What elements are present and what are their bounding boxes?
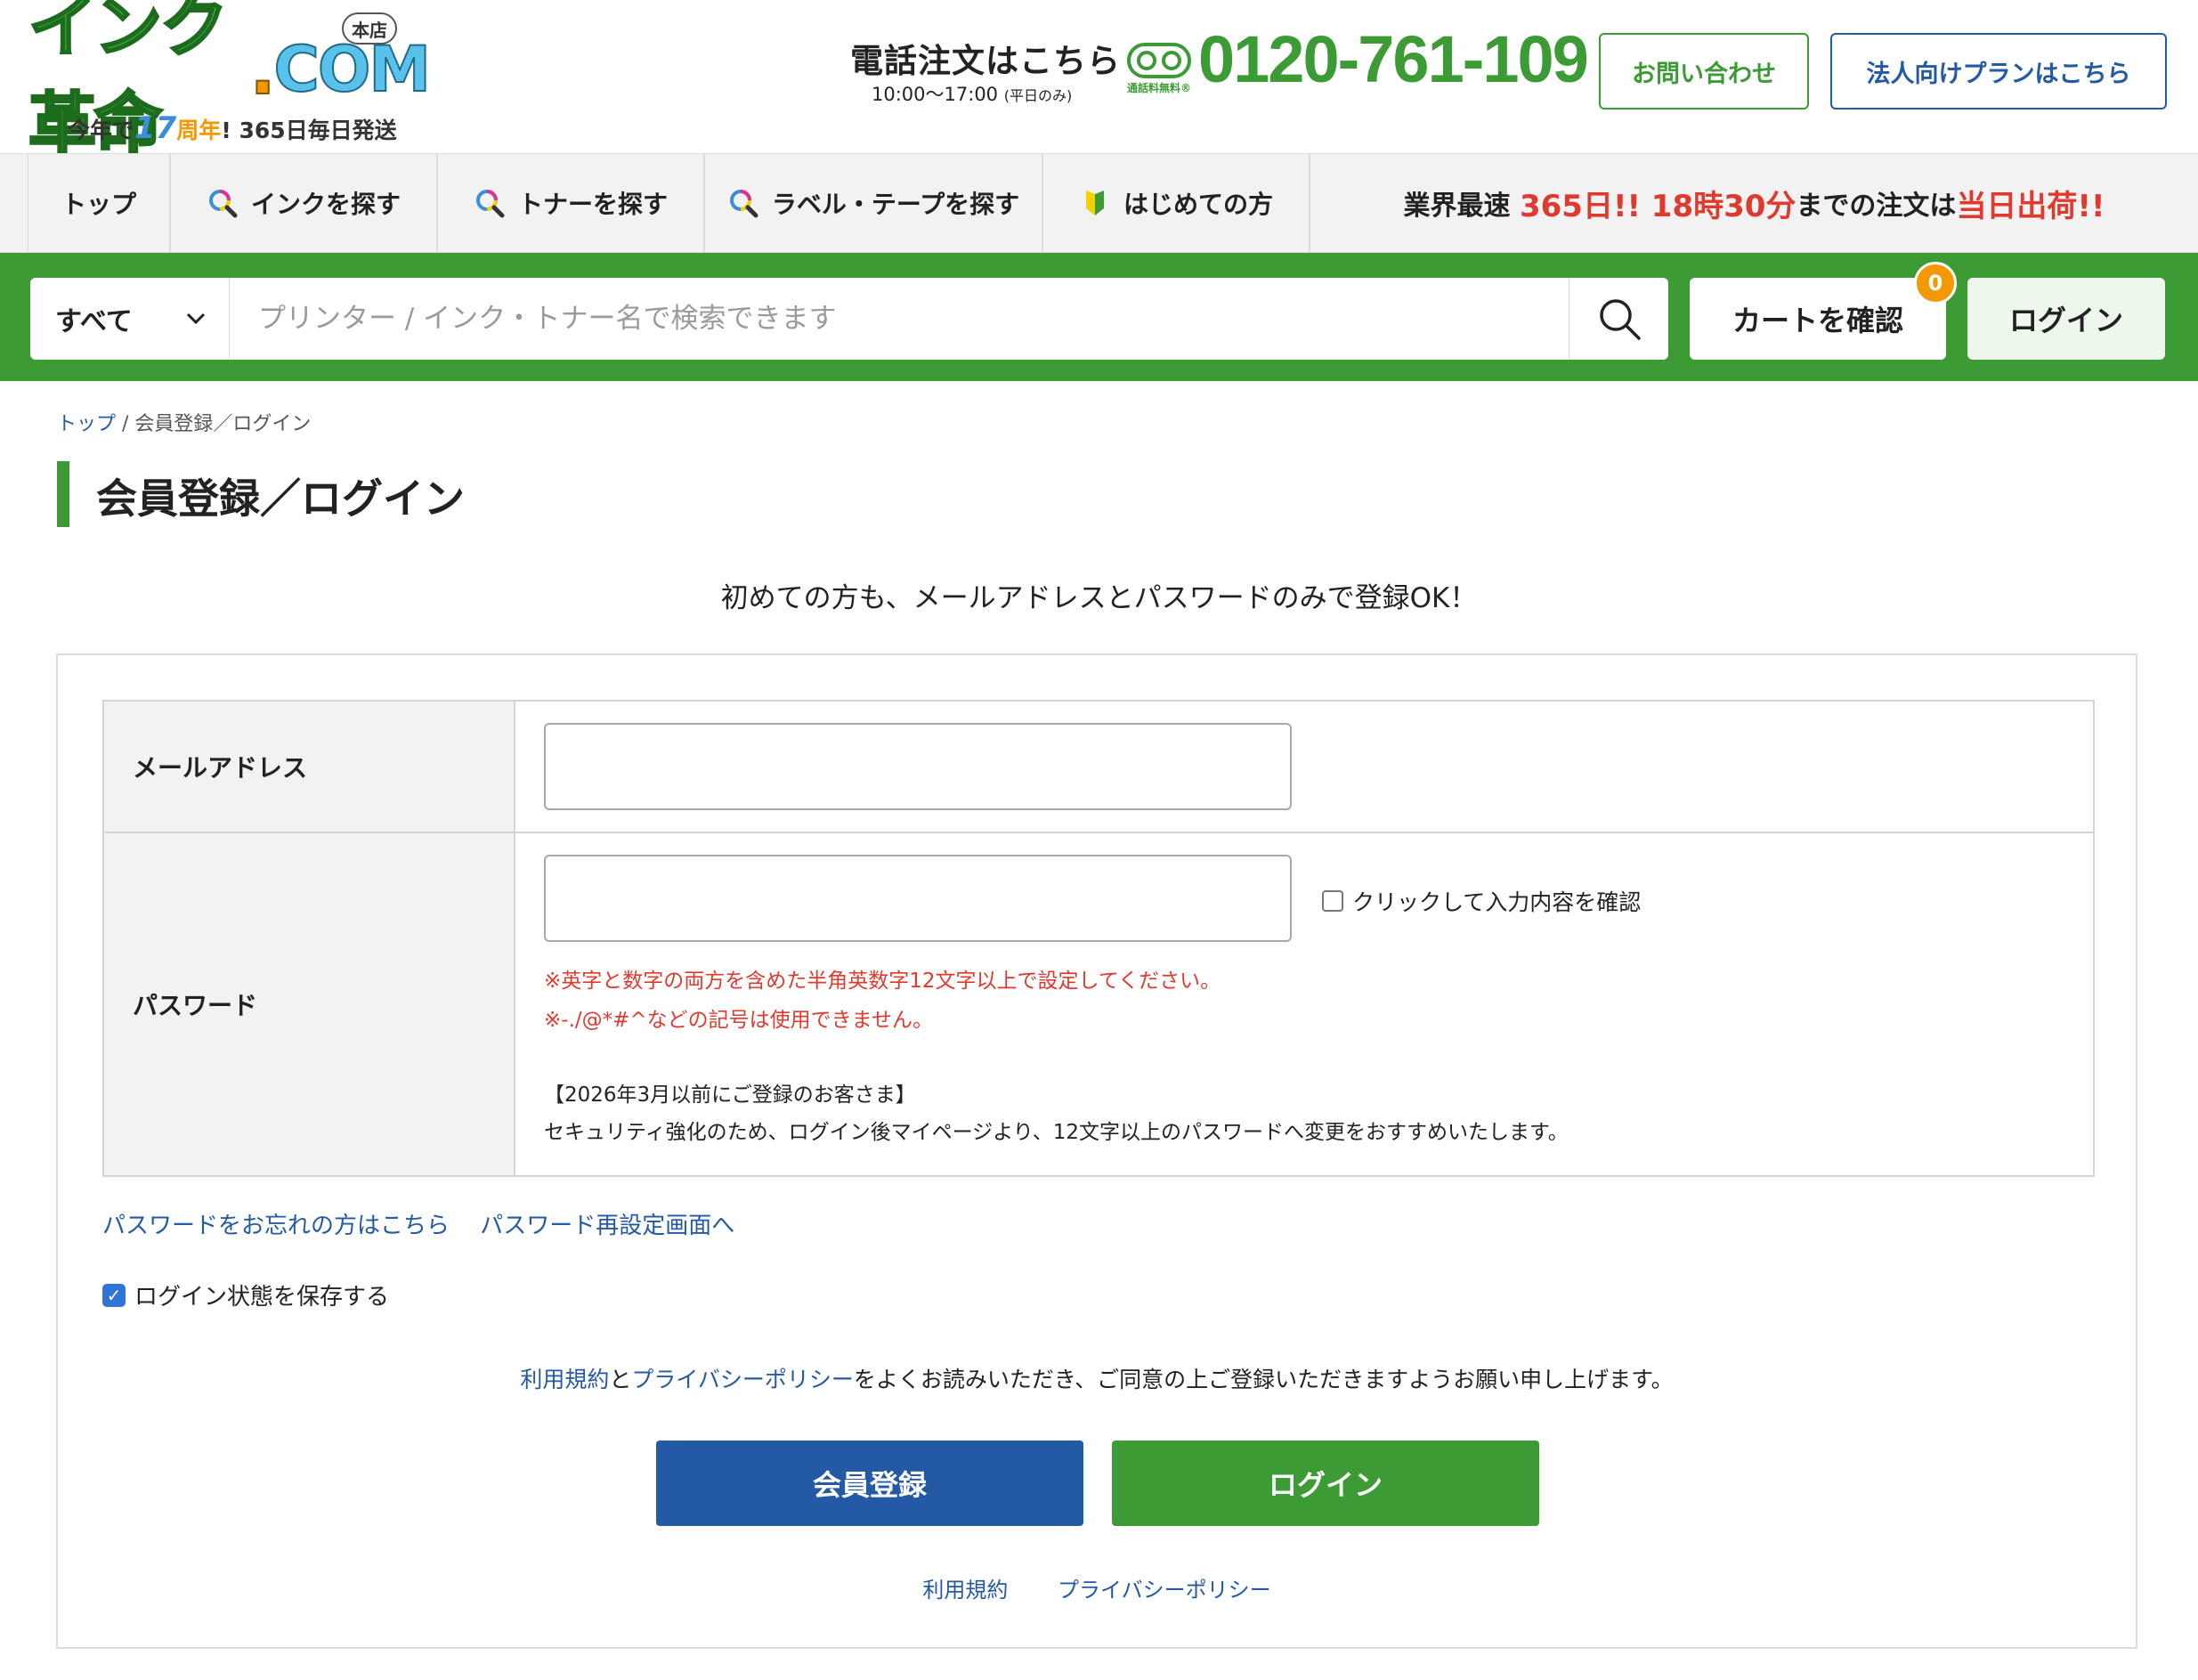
credentials-table: メールアドレス パスワード クリックして入力内容を確認 ※英字と数字の両方を含め… bbox=[102, 700, 2095, 1177]
tagline-num: 17 bbox=[134, 110, 177, 146]
freedial-text: 通話料無料® bbox=[1127, 82, 1192, 94]
tel-hours-time: 10:00～17:00 bbox=[872, 84, 999, 105]
cart-count-badge: 0 bbox=[1914, 262, 1957, 304]
remember-login-checkbox[interactable]: ✓ bbox=[102, 1283, 126, 1307]
nav-item-find-ink[interactable]: インクを探す bbox=[171, 154, 438, 252]
consent-and: と bbox=[609, 1367, 632, 1392]
password-reset-link[interactable]: パスワード再設定画面へ bbox=[480, 1213, 734, 1239]
intro-text: 初めての方も、メールアドレスとパスワードのみで登録OK！ bbox=[720, 582, 1478, 614]
logo-badge: 本店 bbox=[342, 12, 397, 45]
logo-tagline: 今年で17周年! 365日毎日発送 bbox=[68, 110, 397, 146]
nav-item-label: はじめての方 bbox=[1123, 190, 1273, 219]
category-select-value: すべて bbox=[55, 306, 133, 337]
password-rule-note: ※英字と数字の両方を含めた半角英数字12文字以上で設定してください。 bbox=[544, 970, 1221, 993]
show-password-toggle[interactable]: クリックして入力内容を確認 bbox=[1322, 885, 1641, 917]
breadcrumb: トップ / 会員登録／ログイン bbox=[57, 408, 311, 436]
legacy-user-note: セキュリティ強化のため、ログイン後マイページより、12文字以上のパスワードへ変更… bbox=[544, 1121, 1569, 1144]
promo-part-d: 当日出荷!! bbox=[1956, 188, 2105, 224]
password-label: パスワード bbox=[104, 833, 515, 1175]
nav-item-label: インクを探す bbox=[250, 190, 401, 219]
cart-button-label: カートを確認 bbox=[1732, 304, 1903, 337]
category-select[interactable]: すべて bbox=[30, 278, 230, 360]
email-cell bbox=[515, 702, 2093, 832]
remember-login-label: ログイン状態を保存する bbox=[134, 1284, 390, 1311]
breadcrumb-current: 会員登録／ログイン bbox=[134, 413, 312, 435]
beginner-mark-icon bbox=[1079, 187, 1111, 219]
page-title: 会員登録／ログイン bbox=[96, 475, 465, 523]
nav-item-beginners[interactable]: はじめての方 bbox=[1043, 154, 1310, 252]
nav-item-label: ラベル・テープを探す bbox=[771, 190, 1020, 219]
password-field[interactable] bbox=[544, 855, 1292, 942]
email-label: メールアドレス bbox=[104, 702, 515, 832]
tel-hours: 10:00～17:00 (平日のみ) bbox=[872, 80, 1117, 107]
legacy-user-heading: 【2026年3月以前にご登録のお客さま】 bbox=[544, 1083, 916, 1107]
tel-number[interactable]: 0120-761-109 bbox=[1198, 21, 1589, 97]
remember-login-toggle[interactable]: ✓ ログイン状態を保存する bbox=[102, 1278, 389, 1311]
password-row: パスワード クリックして入力内容を確認 ※英字と数字の両方を含めた半角英数字12… bbox=[104, 833, 2093, 1175]
nav-item-find-label-tape[interactable]: ラベル・テープを探す bbox=[705, 154, 1043, 252]
consent-text: 利用規約とプライバシーポリシーをよくお読みいただき、ご同意の上ご登録いただきます… bbox=[58, 1362, 2136, 1394]
password-cell: クリックして入力内容を確認 ※英字と数字の両方を含めた半角英数字12文字以上で設… bbox=[515, 833, 2093, 1175]
register-button[interactable]: 会員登録 bbox=[656, 1441, 1083, 1526]
footer-terms-link[interactable]: 利用規約 bbox=[922, 1578, 1008, 1603]
nav-item-top[interactable]: トップ bbox=[28, 154, 171, 252]
show-password-checkbox[interactable] bbox=[1322, 890, 1343, 912]
title-accent-bar bbox=[57, 461, 69, 527]
password-symbol-note: ※-./@*#^などの記号は使用できません。 bbox=[544, 1009, 933, 1032]
contact-button[interactable]: お問い合わせ bbox=[1599, 33, 1809, 110]
search-icon bbox=[474, 187, 506, 219]
freedial-symbol bbox=[1127, 43, 1191, 78]
logo-dot: . bbox=[249, 29, 277, 110]
forgot-password-link[interactable]: パスワードをお忘れの方はこちら bbox=[102, 1213, 450, 1239]
site-header: インク革命. COM 本店 今年で17周年! 365日毎日発送 電話注文はこちら … bbox=[0, 0, 2198, 166]
nav-item-label: トップ bbox=[61, 190, 136, 219]
tagline-pre: 今年で bbox=[68, 118, 135, 143]
corporate-plan-button[interactable]: 法人向けプランはこちら bbox=[1830, 33, 2167, 110]
promo-part-c: までの注文は bbox=[1796, 191, 1957, 222]
nav-item-label: トナーを探す bbox=[517, 190, 668, 219]
breadcrumb-home-link[interactable]: トップ bbox=[57, 413, 116, 435]
tagline-anniv: 周年 bbox=[176, 118, 222, 143]
header-login-button[interactable]: ログイン bbox=[1967, 278, 2165, 360]
tel-order-info: 電話注文はこちら 10:00～17:00 (平日のみ) bbox=[850, 34, 1121, 107]
footer-privacy-link[interactable]: プライバシーポリシー bbox=[1058, 1578, 1271, 1603]
site-logo[interactable]: インク革命. COM 本店 今年で17周年! 365日毎日発送 bbox=[28, 0, 432, 166]
show-password-label: クリックして入力内容を確認 bbox=[1352, 889, 1642, 915]
tel-hours-note: (平日のみ) bbox=[1003, 87, 1073, 104]
search-input[interactable] bbox=[230, 278, 1569, 360]
email-row: メールアドレス bbox=[104, 702, 2093, 833]
search-icon bbox=[727, 187, 759, 219]
tagline-post: ! 365日毎日発送 bbox=[221, 118, 397, 143]
search-button[interactable] bbox=[1569, 278, 1668, 360]
logo-com: COM bbox=[272, 32, 432, 107]
shipping-promo: 業界最速 365日!! 18時30分 までの注文は 当日出荷!! bbox=[1310, 154, 2198, 252]
nav-item-find-toner[interactable]: トナーを探す bbox=[438, 154, 705, 252]
freedial-icon: 通話料無料® bbox=[1127, 43, 1198, 101]
search-icon bbox=[207, 187, 239, 219]
login-form-panel: メールアドレス パスワード クリックして入力内容を確認 ※英字と数字の両方を含め… bbox=[56, 653, 2137, 1649]
nav-spacer bbox=[0, 154, 28, 252]
chevron-down-icon bbox=[186, 312, 206, 325]
promo-part-b: 365日!! 18時30分 bbox=[1519, 188, 1797, 224]
cart-button[interactable]: カートを確認 0 bbox=[1690, 262, 1957, 360]
terms-link[interactable]: 利用規約 bbox=[520, 1367, 609, 1392]
promo-part-a: 業界最速 bbox=[1403, 191, 1511, 222]
privacy-link[interactable]: プライバシーポリシー bbox=[631, 1367, 854, 1392]
password-help-links: パスワードをお忘れの方はこちら パスワード再設定画面へ bbox=[102, 1207, 758, 1240]
email-field[interactable] bbox=[544, 723, 1292, 810]
footer-links: 利用規約 プライバシーポリシー bbox=[58, 1572, 2136, 1603]
login-button[interactable]: ログイン bbox=[1112, 1441, 1539, 1526]
consent-rest: をよくお読みいただき、ご同意の上ご登録いただきますようお願い申し上げます。 bbox=[853, 1367, 1674, 1392]
search-bar: すべて カートを確認 0 ログイン bbox=[0, 253, 2198, 381]
search-icon bbox=[1599, 299, 1641, 340]
tel-label: 電話注文はこちら bbox=[850, 42, 1121, 80]
breadcrumb-separator: / bbox=[116, 413, 135, 435]
global-nav: トップ インクを探す トナーを探す ラベル・テープを探す はじめての方 業界最速… bbox=[0, 153, 2198, 253]
